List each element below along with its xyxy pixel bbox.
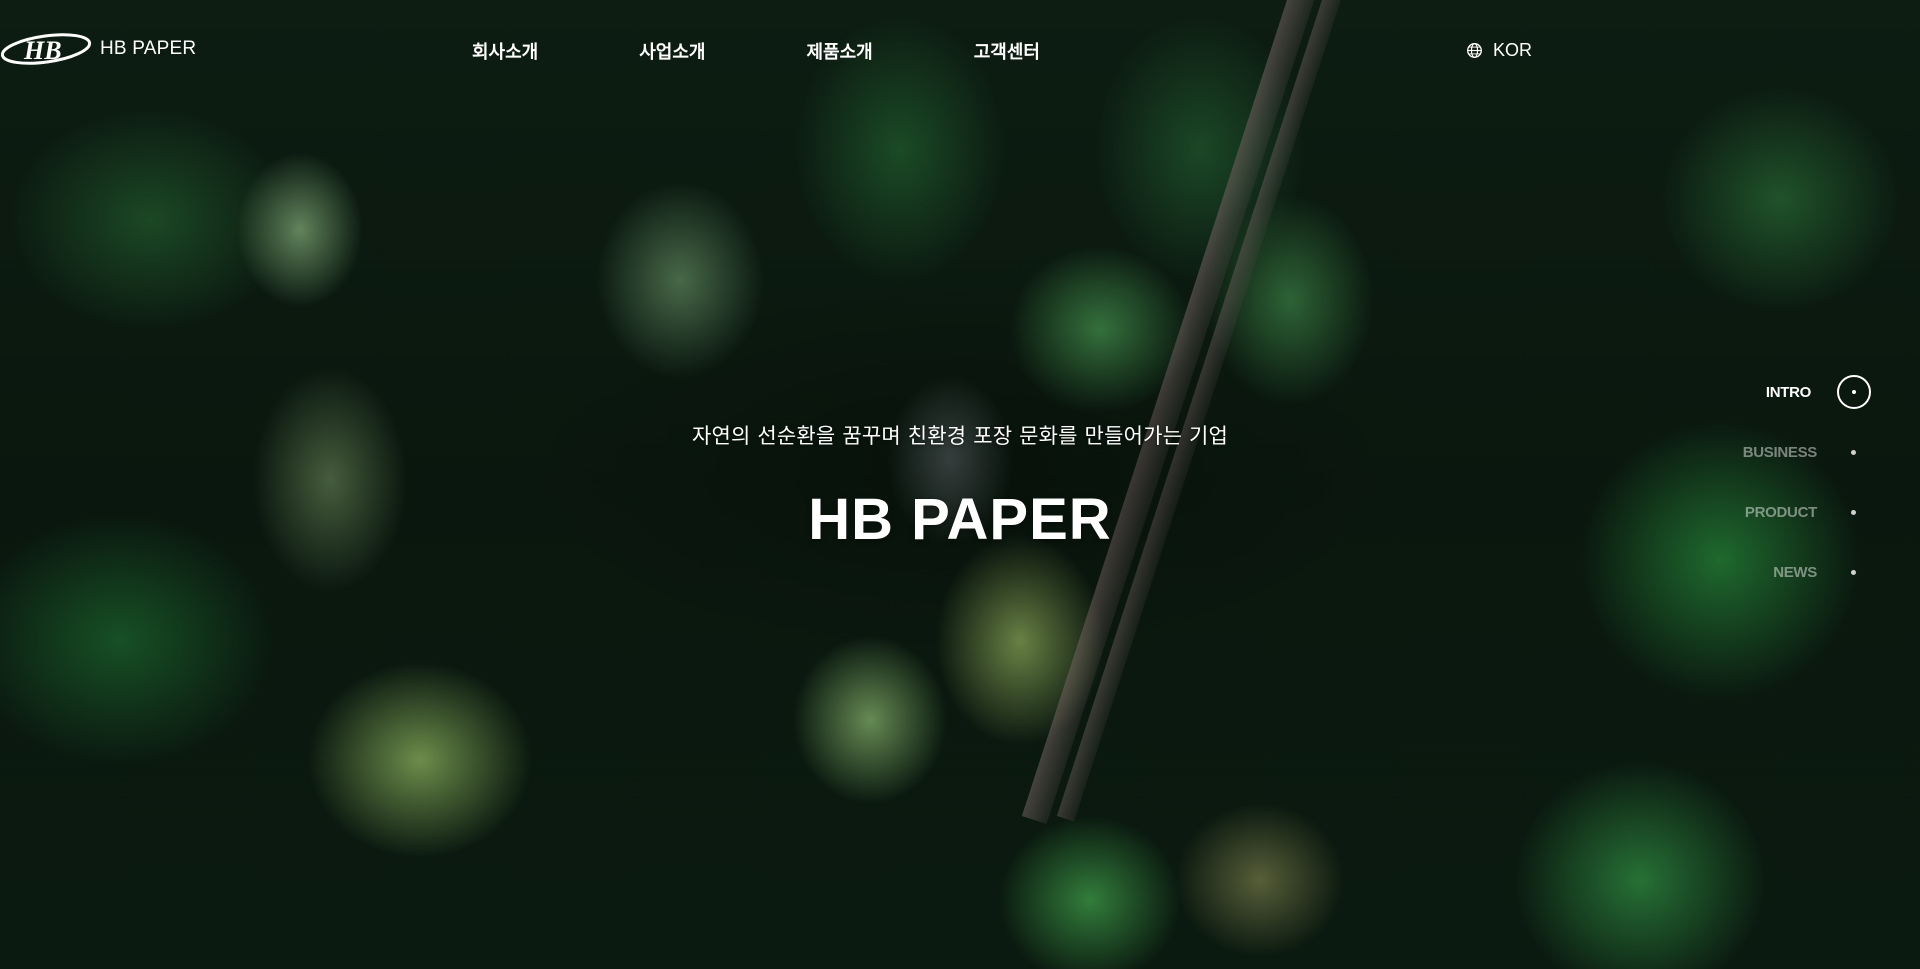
main-page: HB HB PAPER 회사소개 사업소개 제품소개 고객센터 KOR 자연의 … bbox=[0, 0, 1920, 969]
logo-link[interactable]: HB HB PAPER bbox=[0, 32, 196, 66]
dot-icon bbox=[1852, 390, 1856, 394]
hero-copy: 자연의 선순환을 꿈꾸며 친환경 포장 문화를 만들어가는 기업 HB PAPE… bbox=[0, 420, 1920, 553]
hb-logo-icon: HB bbox=[0, 33, 92, 65]
hero-subtitle: 자연의 선순환을 꿈꾸며 친환경 포장 문화를 만들어가는 기업 bbox=[691, 424, 1229, 448]
section-nav-label: INTRO bbox=[1765, 383, 1811, 401]
section-nav-label: PRODUCT bbox=[1744, 503, 1817, 521]
section-nav-product[interactable]: PRODUCT bbox=[1745, 492, 1856, 532]
nav-item-products[interactable]: 제품소개 bbox=[807, 38, 873, 64]
globe-icon bbox=[1467, 43, 1482, 58]
section-nav-intro[interactable]: INTRO bbox=[1765, 372, 1871, 412]
section-nav-label: NEWS bbox=[1773, 563, 1817, 581]
section-nav-news[interactable]: NEWS bbox=[1773, 552, 1856, 592]
logo-text: HB PAPER bbox=[100, 38, 197, 59]
hero-title: HB PAPER bbox=[808, 487, 1112, 552]
dot-icon bbox=[1851, 569, 1856, 575]
main-navigation: 회사소개 사업소개 제품소개 고객센터 bbox=[472, 38, 1040, 64]
language-label: KOR bbox=[1493, 40, 1533, 60]
section-nav-business[interactable]: BUSINESS bbox=[1743, 432, 1856, 472]
svg-text:HB: HB bbox=[23, 36, 62, 65]
dot-icon bbox=[1851, 509, 1856, 515]
site-header: HB HB PAPER 회사소개 사업소개 제품소개 고객센터 KOR bbox=[0, 0, 1920, 100]
active-ring-icon bbox=[1837, 375, 1871, 409]
dot-icon bbox=[1851, 449, 1856, 455]
nav-item-business[interactable]: 사업소개 bbox=[639, 38, 705, 64]
language-selector[interactable]: KOR bbox=[1466, 40, 1532, 61]
nav-item-company[interactable]: 회사소개 bbox=[472, 38, 538, 64]
nav-item-support[interactable]: 고객센터 bbox=[974, 38, 1040, 64]
section-nav-label: BUSINESS bbox=[1742, 443, 1818, 461]
